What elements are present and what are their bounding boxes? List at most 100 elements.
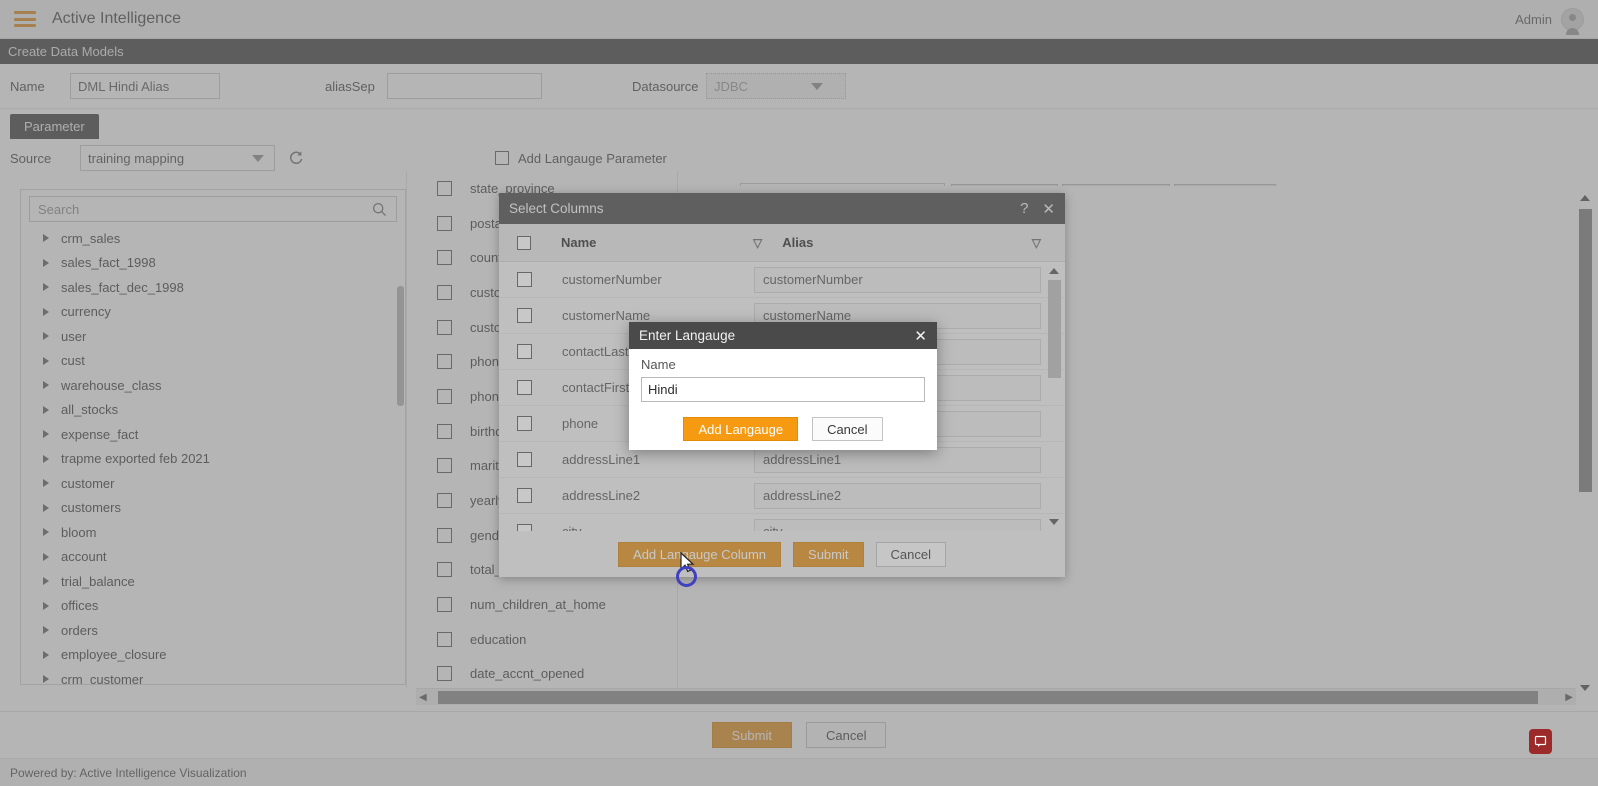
aliassep-input[interactable] — [387, 73, 542, 99]
chevron-right-icon[interactable] — [43, 332, 49, 341]
chevron-right-icon[interactable] — [43, 430, 49, 439]
chevron-right-icon[interactable] — [43, 381, 49, 390]
tree-item[interactable]: offices — [21, 594, 405, 619]
column-list-item[interactable]: num_children_at_home — [407, 587, 1598, 622]
tree-item[interactable]: account — [21, 545, 405, 570]
column-checkbox[interactable] — [437, 215, 452, 231]
alias-input[interactable] — [754, 482, 1041, 509]
tree-item[interactable]: bloom — [21, 520, 405, 545]
tree-item[interactable]: crm_sales — [21, 226, 405, 251]
column-checkbox[interactable] — [437, 597, 452, 613]
hamburger-icon[interactable] — [14, 11, 36, 27]
page-scroll-thumb[interactable] — [1578, 209, 1592, 492]
chevron-right-icon[interactable] — [43, 234, 49, 243]
chevron-right-icon[interactable] — [43, 650, 49, 659]
model-name-input[interactable] — [70, 73, 220, 99]
select-all-checkbox[interactable] — [517, 235, 531, 250]
dialog-submit-button[interactable]: Submit — [793, 541, 864, 567]
chat-icon[interactable] — [1529, 729, 1552, 754]
chevron-right-icon[interactable] — [43, 405, 49, 414]
horizontal-scroll-thumb[interactable] — [438, 691, 1538, 704]
chevron-right-icon[interactable] — [43, 283, 49, 292]
tree-item[interactable]: warehouse_class — [21, 373, 405, 398]
scroll-left-icon[interactable]: ◀ — [419, 692, 427, 703]
chevron-right-icon[interactable] — [43, 626, 49, 635]
horizontal-scrollbar[interactable]: ◀ ▶ — [416, 688, 1576, 705]
page-submit-button[interactable]: Submit — [711, 722, 792, 748]
row-checkbox[interactable] — [517, 416, 532, 431]
dialog-scrollbar[interactable] — [1048, 266, 1061, 527]
tree-item[interactable]: expense_fact — [21, 422, 405, 447]
tree-item[interactable]: customer — [21, 471, 405, 496]
close-icon[interactable]: ✕ — [914, 327, 927, 345]
scroll-up-icon[interactable] — [1580, 195, 1590, 201]
row-checkbox[interactable] — [517, 524, 532, 531]
row-checkbox[interactable] — [517, 272, 532, 287]
column-checkbox[interactable] — [437, 250, 452, 266]
row-checkbox[interactable] — [517, 344, 532, 359]
name-filter-icon[interactable]: ▽ — [753, 236, 762, 250]
scroll-down-icon[interactable] — [1580, 685, 1590, 691]
chevron-right-icon[interactable] — [43, 552, 49, 561]
tree-item[interactable]: trapme exported feb 2021 — [21, 447, 405, 472]
chevron-right-icon[interactable] — [43, 675, 49, 684]
tree-item[interactable]: all_stocks — [21, 398, 405, 423]
chevron-right-icon[interactable] — [43, 454, 49, 463]
language-name-input[interactable] — [641, 377, 925, 402]
row-checkbox[interactable] — [517, 308, 532, 323]
dialog-scroll-up-icon[interactable] — [1049, 268, 1059, 274]
page-cancel-button[interactable]: Cancel — [806, 722, 887, 748]
search-input[interactable] — [29, 196, 397, 222]
refresh-icon[interactable] — [287, 149, 305, 167]
column-checkbox[interactable] — [437, 493, 452, 509]
chevron-right-icon[interactable] — [43, 307, 49, 316]
chevron-right-icon[interactable] — [43, 503, 49, 512]
column-checkbox[interactable] — [437, 284, 452, 300]
tree-item[interactable]: currency — [21, 300, 405, 325]
add-language-button[interactable]: Add Langauge — [683, 417, 799, 441]
row-checkbox[interactable] — [517, 452, 532, 467]
row-checkbox[interactable] — [517, 488, 532, 503]
column-checkbox[interactable] — [437, 527, 452, 543]
tree-item[interactable]: user — [21, 324, 405, 349]
tree-item[interactable]: crm_customer — [21, 667, 405, 684]
tree-item[interactable]: sales_fact_dec_1998 — [21, 275, 405, 300]
column-list-item[interactable]: education — [407, 622, 1598, 657]
table-row[interactable]: customerNumber — [499, 262, 1065, 298]
chevron-right-icon[interactable] — [43, 258, 49, 267]
column-checkbox[interactable] — [437, 631, 452, 647]
tree-item[interactable]: employee_closure — [21, 643, 405, 668]
column-checkbox[interactable] — [437, 354, 452, 370]
column-checkbox[interactable] — [437, 458, 452, 474]
alias-input[interactable] — [754, 518, 1041, 531]
tree-scrollbar[interactable] — [397, 286, 404, 406]
chevron-right-icon[interactable] — [43, 601, 49, 610]
scroll-right-icon[interactable]: ▶ — [1565, 692, 1573, 703]
table-row[interactable]: addressLine2 — [499, 478, 1065, 514]
user-avatar-icon[interactable] — [1561, 7, 1584, 35]
tab-parameter[interactable]: Parameter — [10, 114, 99, 139]
tree-item[interactable]: orders — [21, 618, 405, 643]
add-language-parameter-checkbox[interactable] — [495, 151, 509, 165]
chevron-right-icon[interactable] — [43, 528, 49, 537]
add-language-column-button[interactable]: Add Langauge Column — [618, 541, 782, 567]
column-checkbox[interactable] — [437, 666, 452, 682]
column-checkbox[interactable] — [437, 423, 452, 439]
chevron-right-icon[interactable] — [43, 479, 49, 488]
tree-item[interactable]: customers — [21, 496, 405, 521]
dialog-scroll-down-icon[interactable] — [1049, 519, 1059, 525]
column-checkbox[interactable] — [437, 388, 452, 404]
datasource-select[interactable]: JDBC — [706, 73, 846, 99]
column-checkbox[interactable] — [437, 180, 452, 196]
close-icon[interactable]: ✕ — [1042, 200, 1055, 218]
source-select[interactable]: training mapping — [80, 145, 275, 171]
page-scrollbar[interactable] — [1578, 189, 1592, 695]
column-checkbox[interactable] — [437, 319, 452, 335]
tree-item[interactable]: sales_fact_1998 — [21, 251, 405, 276]
chevron-right-icon[interactable] — [43, 356, 49, 365]
alias-input[interactable] — [754, 266, 1041, 293]
dialog-cancel-button[interactable]: Cancel — [875, 541, 946, 567]
column-checkbox[interactable] — [437, 562, 452, 578]
table-row[interactable]: city — [499, 514, 1065, 531]
column-list-item[interactable]: date_accnt_opened — [407, 657, 1598, 688]
